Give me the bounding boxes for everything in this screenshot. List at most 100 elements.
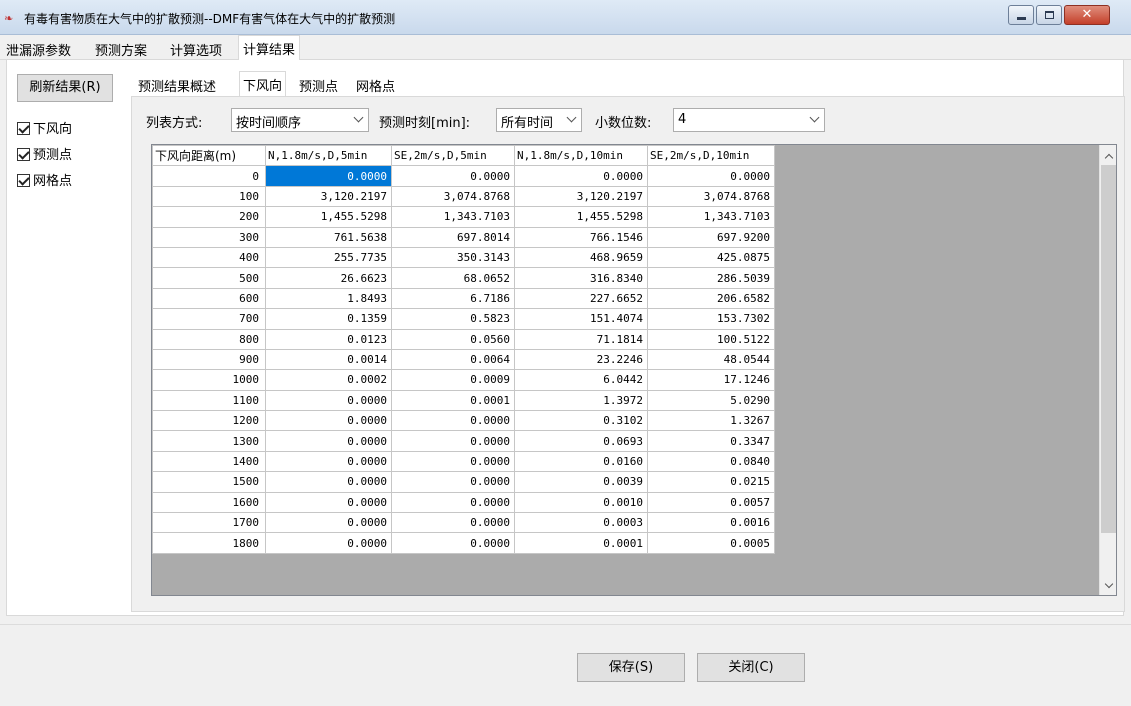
row-distance-cell[interactable]: 1200 [152, 410, 266, 432]
table-cell[interactable]: 697.9200 [647, 226, 775, 248]
table-cell[interactable]: 0.0009 [391, 369, 515, 391]
table-cell[interactable]: 255.7735 [265, 246, 392, 269]
row-distance-cell[interactable]: 100 [152, 185, 266, 208]
row-distance-cell[interactable]: 1800 [152, 532, 266, 554]
table-cell[interactable]: 0.0000 [265, 430, 392, 452]
tab-downwind[interactable]: 下风向 [239, 71, 287, 96]
table-cell[interactable]: 227.6652 [514, 287, 648, 310]
table-cell[interactable]: 151.4074 [514, 308, 648, 330]
table-cell[interactable]: 1,455.5298 [514, 206, 648, 228]
table-cell[interactable]: 697.8014 [391, 226, 515, 248]
table-cell[interactable]: 0.0560 [391, 328, 515, 350]
tab-grid-points[interactable]: 网格点 [353, 74, 398, 96]
table-cell[interactable]: 48.0544 [647, 348, 775, 371]
table-cell[interactable]: 0.0000 [265, 450, 392, 473]
table-cell[interactable]: 0.0001 [391, 389, 515, 412]
table-cell[interactable]: 206.6582 [647, 287, 775, 310]
checkbox-grid-points[interactable]: 网格点 [17, 170, 72, 189]
row-distance-cell[interactable]: 1400 [152, 450, 266, 473]
table-cell[interactable]: 0.0000 [265, 471, 392, 493]
row-distance-cell[interactable]: 0 [152, 165, 266, 187]
tab-summary[interactable]: 预测结果概述 [135, 74, 219, 96]
row-distance-cell[interactable]: 200 [152, 206, 266, 228]
decimals-select[interactable]: 4 [673, 108, 825, 132]
table-cell[interactable]: 766.1546 [514, 226, 648, 248]
table-cell[interactable]: 0.0001 [514, 532, 648, 554]
table-cell[interactable]: 0.0005 [647, 532, 775, 554]
table-cell[interactable]: 5.0290 [647, 389, 775, 412]
row-distance-cell[interactable]: 1300 [152, 430, 266, 452]
table-cell[interactable]: 0.0000 [391, 430, 515, 452]
table-cell[interactable]: 0.0000 [391, 491, 515, 514]
table-cell[interactable]: 3,074.8768 [391, 185, 515, 208]
table-cell[interactable]: 0.0000 [265, 165, 392, 187]
table-cell[interactable]: 0.0039 [514, 471, 648, 493]
table-cell[interactable]: 316.8340 [514, 267, 648, 289]
close-button[interactable]: 关闭(C) [697, 653, 805, 682]
table-cell[interactable]: 0.0064 [391, 348, 515, 371]
row-distance-cell[interactable]: 1500 [152, 471, 266, 493]
table-cell[interactable]: 0.0057 [647, 491, 775, 514]
list-mode-select[interactable]: 按时间顺序 [231, 108, 369, 132]
table-cell[interactable]: 761.5638 [265, 226, 392, 248]
tab-forecast-points[interactable]: 预测点 [296, 74, 341, 96]
tab-calc-results[interactable]: 计算结果 [238, 35, 301, 61]
table-cell[interactable]: 3,074.8768 [647, 185, 775, 208]
row-distance-cell[interactable]: 500 [152, 267, 266, 289]
table-cell[interactable]: 0.3347 [647, 430, 775, 452]
table-cell[interactable]: 0.0000 [265, 512, 392, 534]
row-distance-cell[interactable]: 700 [152, 308, 266, 330]
row-distance-cell[interactable]: 900 [152, 348, 266, 371]
table-cell[interactable]: 0.0003 [514, 512, 648, 534]
table-cell[interactable]: 1,343.7103 [391, 206, 515, 228]
table-cell[interactable]: 350.3143 [391, 246, 515, 269]
table-cell[interactable]: 1.3267 [647, 410, 775, 432]
table-cell[interactable]: 0.0215 [647, 471, 775, 493]
table-cell[interactable]: 0.0000 [391, 471, 515, 493]
table-cell[interactable]: 6.0442 [514, 369, 648, 391]
table-cell[interactable]: 3,120.2197 [514, 185, 648, 208]
table-cell[interactable]: 0.0000 [265, 389, 392, 412]
scroll-up-button[interactable] [1100, 147, 1116, 165]
table-cell[interactable]: 0.0014 [265, 348, 392, 371]
tab-calc-options[interactable]: 计算选项 [166, 38, 226, 60]
column-header[interactable]: 下风向距离(m) [152, 145, 266, 167]
row-distance-cell[interactable]: 300 [152, 226, 266, 248]
table-cell[interactable]: 0.0000 [647, 165, 775, 187]
table-cell[interactable]: 68.0652 [391, 267, 515, 289]
column-header[interactable]: N,1.8m/s,D,5min [265, 145, 392, 167]
row-distance-cell[interactable]: 800 [152, 328, 266, 350]
table-cell[interactable]: 1,455.5298 [265, 206, 392, 228]
table-cell[interactable]: 0.0123 [265, 328, 392, 350]
table-cell[interactable]: 0.0000 [265, 410, 392, 432]
scroll-down-button[interactable] [1100, 577, 1116, 595]
table-cell[interactable]: 0.0010 [514, 491, 648, 514]
save-button[interactable]: 保存(S) [577, 653, 685, 682]
refresh-results-button[interactable]: 刷新结果(R) [17, 74, 113, 102]
results-grid[interactable]: 下风向距离(m) N,1.8m/s,D,5min SE,2m/s,D,5min N,1… [151, 144, 1117, 596]
column-header[interactable]: N,1.8m/s,D,10min [514, 145, 648, 167]
vertical-scrollbar[interactable] [1099, 145, 1116, 595]
table-cell[interactable]: 6.7186 [391, 287, 515, 310]
row-distance-cell[interactable]: 1000 [152, 369, 266, 391]
table-cell[interactable]: 0.0000 [391, 410, 515, 432]
table-cell[interactable]: 0.0840 [647, 450, 775, 473]
minimize-button[interactable] [1008, 5, 1034, 25]
table-cell[interactable]: 0.0000 [391, 450, 515, 473]
row-distance-cell[interactable]: 600 [152, 287, 266, 310]
row-distance-cell[interactable]: 1100 [152, 389, 266, 412]
scrollbar-thumb[interactable] [1101, 165, 1116, 533]
row-distance-cell[interactable]: 400 [152, 246, 266, 269]
column-header[interactable]: SE,2m/s,D,5min [391, 145, 515, 167]
table-cell[interactable]: 0.0000 [391, 532, 515, 554]
table-cell[interactable]: 425.0875 [647, 246, 775, 269]
table-cell[interactable]: 0.0000 [391, 165, 515, 187]
row-distance-cell[interactable]: 1600 [152, 491, 266, 514]
table-cell[interactable]: 153.7302 [647, 308, 775, 330]
table-cell[interactable]: 0.0693 [514, 430, 648, 452]
table-cell[interactable]: 0.0016 [647, 512, 775, 534]
table-cell[interactable]: 1,343.7103 [647, 206, 775, 228]
table-cell[interactable]: 0.5823 [391, 308, 515, 330]
table-cell[interactable]: 0.3102 [514, 410, 648, 432]
tab-forecast-plan[interactable]: 预测方案 [91, 38, 151, 60]
